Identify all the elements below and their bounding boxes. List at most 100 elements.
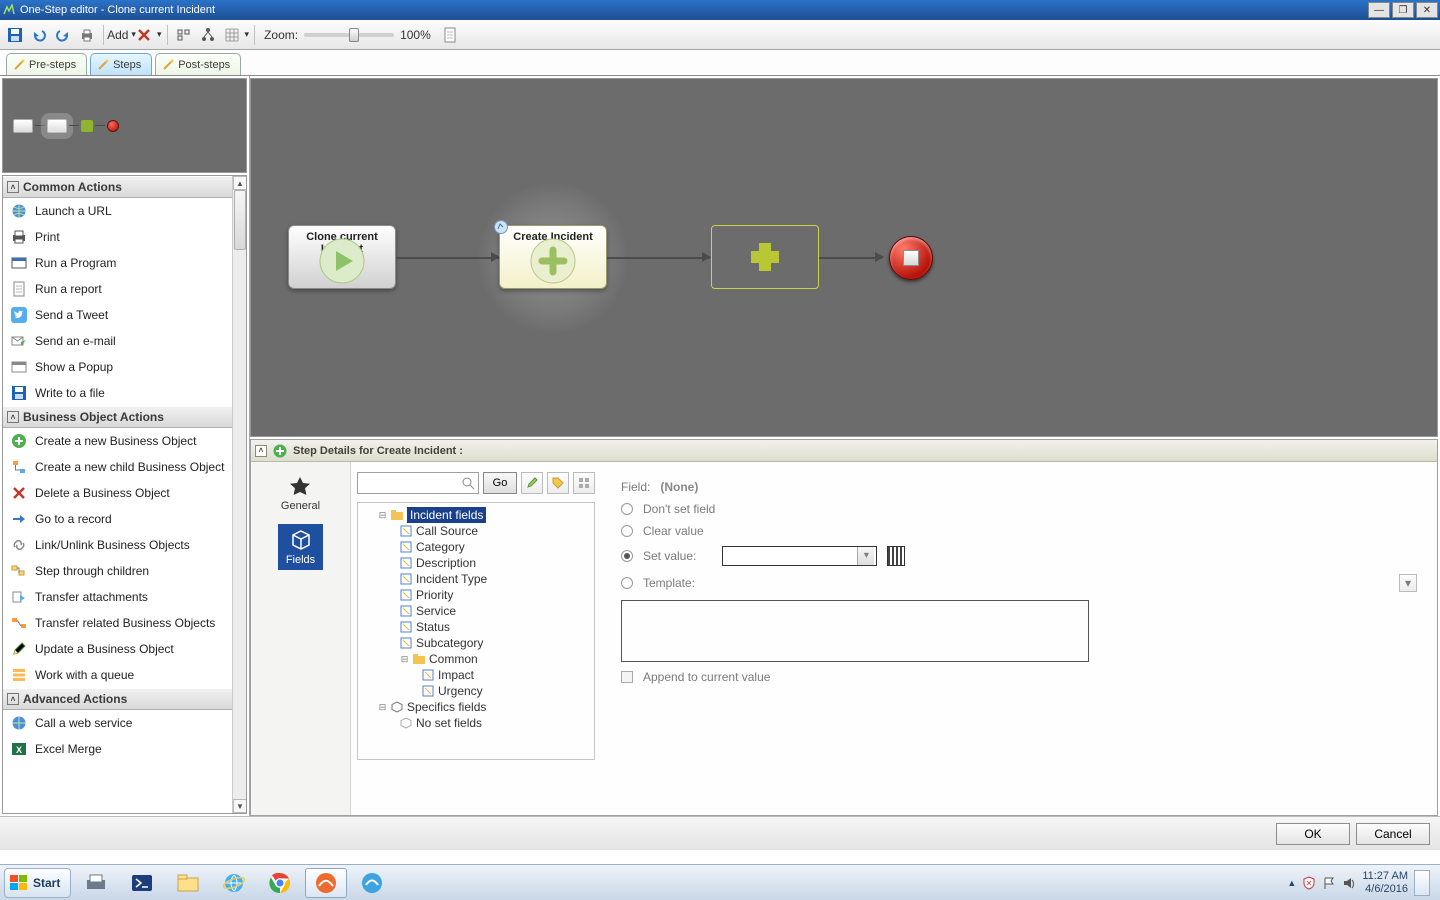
show-desktop-button[interactable] [1414,870,1430,896]
action-excel-merge[interactable]: XExcel Merge [3,736,232,762]
scrollbar-thumb[interactable] [234,190,246,250]
taskbar-app[interactable] [351,868,393,898]
clock[interactable]: 11:27 AM 4/6/2016 [1362,870,1408,896]
close-button[interactable]: ✕ [1416,2,1438,18]
section-bo-actions[interactable]: ˄ Business Object Actions [3,406,232,428]
field-search-input[interactable] [357,472,479,494]
tree-field[interactable]: Service [360,603,592,619]
tab-pre-steps[interactable]: Pre-steps [6,53,87,75]
taskbar-app[interactable] [259,868,301,898]
section-advanced-actions[interactable]: ˄ Advanced Actions [3,688,232,710]
fit-icon[interactable] [439,24,461,46]
start-button[interactable]: Start [4,868,71,898]
tree-field[interactable]: Subcategory [360,635,592,651]
radio-clear[interactable] [621,525,633,537]
radio-set-value[interactable] [621,550,633,562]
radio-dont-set[interactable] [621,503,633,515]
action-step-children[interactable]: Step through children [3,558,232,584]
chevron-down-icon[interactable]: ▾ [157,29,162,40]
collapse-icon[interactable]: ˄ [255,445,267,457]
taskbar-app[interactable] [75,868,117,898]
tree-field[interactable]: Priority [360,587,592,603]
tree-field[interactable]: Status [360,619,592,635]
ok-button[interactable]: OK [1276,823,1350,845]
radio-template[interactable] [621,577,633,589]
action-send-tweet[interactable]: Send a Tweet [3,302,232,328]
flag-icon[interactable] [1322,876,1336,890]
grid-icon[interactable] [573,472,595,494]
action-goto-record[interactable]: Go to a record [3,506,232,532]
action-run-program[interactable]: Run a Program [3,250,232,276]
zoom-slider[interactable] [304,33,394,37]
cancel-button[interactable]: Cancel [1356,823,1430,845]
tree-field[interactable]: Call Source [360,523,592,539]
action-send-email[interactable]: Send an e-mail [3,328,232,354]
print-icon[interactable] [76,24,98,46]
action-launch-url[interactable]: Launch a URL [3,198,232,224]
dropdown-icon[interactable]: ▾ [1399,574,1417,592]
append-checkbox[interactable] [621,671,633,683]
taskbar-app[interactable] [121,868,163,898]
grid-icon[interactable] [221,24,243,46]
step-create-incident[interactable]: Create Incident [499,225,607,289]
maximize-button[interactable]: ❐ [1392,2,1414,18]
tree-field[interactable]: Incident Type [360,571,592,587]
tag-icon[interactable] [547,472,569,494]
overview-thumbnail[interactable] [2,78,247,173]
step-clone-incident[interactable]: Clone current Incident [288,225,396,289]
taskbar-app-active[interactable] [305,868,347,898]
action-webservice[interactable]: Call a web service [3,710,232,736]
action-print[interactable]: Print [3,224,232,250]
action-transfer-related[interactable]: Transfer related Business Objects [3,610,232,636]
action-queue[interactable]: Work with a queue [3,662,232,688]
edit-icon[interactable] [521,472,543,494]
add-button[interactable]: Add ▾ [109,24,131,46]
details-tab-fields[interactable]: Fields [278,524,323,570]
tab-post-steps[interactable]: Post-steps [155,53,241,75]
save-icon[interactable] [4,24,26,46]
barcode-icon[interactable] [887,546,905,566]
scroll-down-icon[interactable]: ▼ [233,799,247,813]
tree-field[interactable]: Urgency [360,683,592,699]
dialog-footer: OK Cancel [0,816,1440,850]
tree-field[interactable]: Impact [360,667,592,683]
action-link-bo[interactable]: Link/Unlink Business Objects [3,532,232,558]
shield-icon[interactable]: ✕ [1302,876,1316,890]
tree-field[interactable]: Description [360,555,592,571]
action-create-child-bo[interactable]: Create a new child Business Object [3,454,232,480]
action-create-bo[interactable]: Create a new Business Object [3,428,232,454]
action-write-file[interactable]: Write to a file [3,380,232,406]
action-transfer-attach[interactable]: Transfer attachments [3,584,232,610]
tree-node-noset[interactable]: No set fields [360,715,592,731]
taskbar-app[interactable] [213,868,255,898]
action-run-report[interactable]: Run a report [3,276,232,302]
align-icon[interactable] [173,24,195,46]
tree-icon[interactable] [197,24,219,46]
undo-icon[interactable] [28,24,50,46]
volume-icon[interactable] [1342,876,1356,890]
taskbar-app[interactable] [167,868,209,898]
scroll-up-icon[interactable]: ▲ [233,176,247,190]
tree-field[interactable]: Category [360,539,592,555]
scrollbar[interactable]: ▲ ▼ [232,176,246,813]
add-step-placeholder[interactable] [711,225,819,289]
action-show-popup[interactable]: Show a Popup [3,354,232,380]
details-tab-general[interactable]: General [273,472,328,516]
workflow-canvas[interactable]: Clone current Incident Create Incident [250,78,1438,437]
tree-node-specifics[interactable]: ⊟Specifics fields [360,699,592,715]
template-textarea[interactable] [621,600,1089,662]
tree-node-incident-fields[interactable]: ⊟Incident fields [360,507,592,523]
section-common-actions[interactable]: ˄ Common Actions [3,176,232,198]
redo-icon[interactable] [52,24,74,46]
end-node[interactable] [889,236,933,280]
action-update-bo[interactable]: Update a Business Object [3,636,232,662]
chevron-down-icon[interactable]: ▾ [245,29,250,40]
delete-icon[interactable] [133,24,155,46]
go-button[interactable]: Go [483,472,517,494]
tree-node-common[interactable]: ⊟Common [360,651,592,667]
action-delete-bo[interactable]: Delete a Business Object [3,480,232,506]
minimize-button[interactable]: — [1368,2,1390,18]
value-combo[interactable] [722,546,877,566]
tray-icon[interactable]: ▲ [1287,878,1296,888]
tab-steps[interactable]: Steps [90,53,152,75]
